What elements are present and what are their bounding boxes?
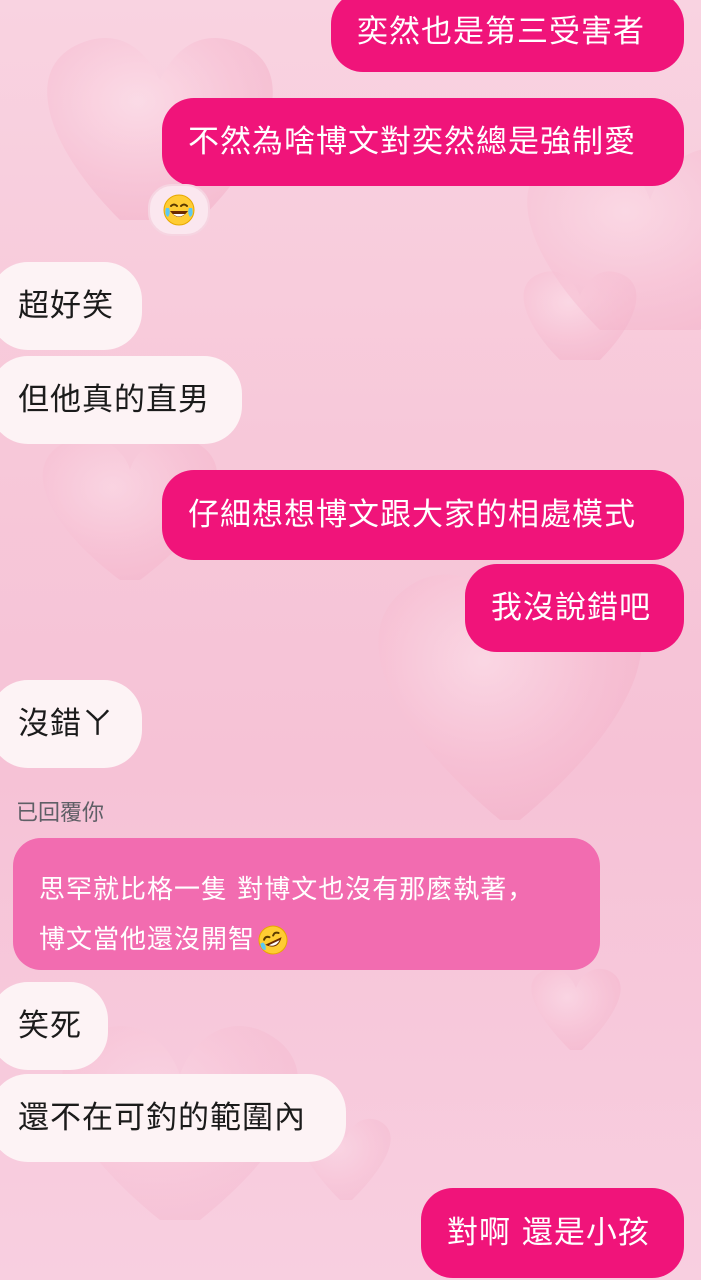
replied-message[interactable]: 思罕就比格一隻 對博文也沒有那麼執著， 博文當他還沒開智 bbox=[13, 838, 600, 970]
message-incoming[interactable]: 超好笑 bbox=[0, 262, 142, 350]
reply-label: 已回覆你 bbox=[16, 801, 105, 826]
message-text: 超好笑 bbox=[18, 288, 114, 324]
rofl-emoji-icon bbox=[258, 925, 288, 955]
reply-text: 博文當他還沒開智 bbox=[39, 925, 256, 955]
message-text: 笑死 bbox=[18, 1008, 82, 1044]
message-text: 仔細想想博文跟大家的相處模式 bbox=[188, 497, 636, 533]
message-incoming[interactable]: 沒錯ㄚ bbox=[0, 680, 142, 768]
message-incoming[interactable]: 還不在可釣的範圍內 bbox=[0, 1074, 346, 1162]
laughing-tears-emoji-icon bbox=[163, 194, 195, 226]
message-incoming[interactable]: 笑死 bbox=[0, 982, 108, 1070]
reply-text-line-2: 博文當他還沒開智 bbox=[39, 915, 574, 965]
message-text: 但他真的直男 bbox=[18, 382, 210, 418]
message-text: 不然為啥博文對奕然總是強制愛 bbox=[188, 124, 636, 160]
message-reaction[interactable] bbox=[148, 184, 210, 236]
message-outgoing[interactable]: 仔細想想博文跟大家的相處模式 bbox=[162, 470, 684, 560]
reply-text-line-1: 思罕就比格一隻 對博文也沒有那麼執著， bbox=[39, 875, 535, 905]
message-outgoing[interactable]: 對啊 還是小孩 bbox=[421, 1188, 684, 1278]
message-outgoing[interactable]: 不然為啥博文對奕然總是強制愛 bbox=[162, 98, 684, 186]
message-incoming[interactable]: 但他真的直男 bbox=[0, 356, 242, 444]
message-text: 奕然也是第三受害者 bbox=[357, 14, 645, 50]
message-text: 我沒說錯吧 bbox=[491, 590, 651, 626]
message-outgoing[interactable]: 奕然也是第三受害者 bbox=[331, 0, 684, 72]
message-text: 對啊 還是小孩 bbox=[447, 1215, 650, 1251]
message-text: 沒錯ㄚ bbox=[18, 706, 114, 742]
message-text: 還不在可釣的範圍內 bbox=[18, 1100, 306, 1136]
chat-thread: 奕然也是第三受害者 不然為啥博文對奕然總是強制愛 超好笑 但他真的直男 仔細想想… bbox=[0, 0, 701, 1280]
message-outgoing[interactable]: 我沒說錯吧 bbox=[465, 564, 684, 652]
